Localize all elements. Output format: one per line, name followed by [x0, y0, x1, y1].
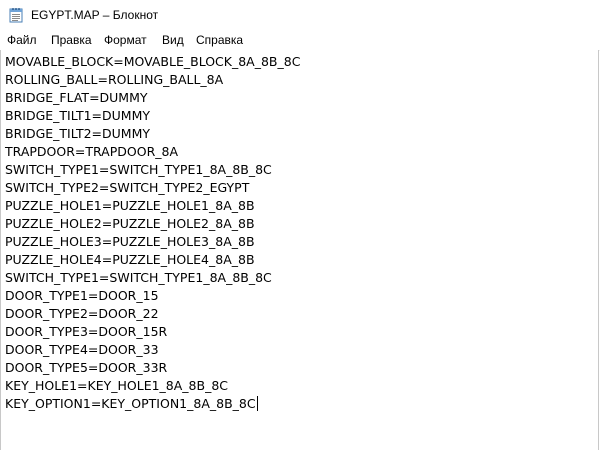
text-caret: [256, 396, 258, 411]
text-line: DOOR_TYPE5=DOOR_33R: [5, 360, 168, 375]
menu-file[interactable]: Файл: [7, 33, 37, 48]
title-bar[interactable]: EGYPT.MAP – Блокнот: [0, 0, 600, 30]
menu-help[interactable]: Справка: [196, 33, 243, 48]
text-line: PUZZLE_HOLE1=PUZZLE_HOLE1_8A_8B: [5, 198, 255, 213]
text-line: ROLLING_BALL=ROLLING_BALL_8A: [5, 72, 224, 87]
text-line: KEY_HOLE1=KEY_HOLE1_8A_8B_8C: [5, 378, 229, 393]
text-line: SWITCH_TYPE1=SWITCH_TYPE1_8A_8B_8C: [5, 270, 272, 285]
menu-format[interactable]: Формат: [104, 33, 147, 48]
text-line: PUZZLE_HOLE3=PUZZLE_HOLE3_8A_8B: [5, 234, 255, 249]
window-title: EGYPT.MAP – Блокнот: [31, 8, 159, 22]
menu-edit[interactable]: Правка: [51, 33, 92, 48]
text-editor-area[interactable]: MOVABLE_BLOCK=MOVABLE_BLOCK_8A_8B_8C ROL…: [0, 50, 599, 450]
menu-view[interactable]: Вид: [162, 33, 184, 48]
text-line: PUZZLE_HOLE2=PUZZLE_HOLE2_8A_8B: [5, 216, 255, 231]
text-line: TRAPDOOR=TRAPDOOR_8A: [5, 144, 179, 159]
text-line-last: KEY_OPTION1=KEY_OPTION1_8A_8B_8C: [5, 395, 300, 413]
text-line: BRIDGE_FLAT=DUMMY: [5, 90, 148, 105]
text-line: DOOR_TYPE1=DOOR_15: [5, 288, 159, 303]
text-line: BRIDGE_TILT1=DUMMY: [5, 108, 151, 123]
menu-bar: Файл Правка Формат Вид Справка: [0, 30, 600, 51]
text-line: DOOR_TYPE2=DOOR_22: [5, 306, 159, 321]
text-line: BRIDGE_TILT2=DUMMY: [5, 126, 151, 141]
text-line: SWITCH_TYPE1=SWITCH_TYPE1_8A_8B_8C: [5, 162, 272, 177]
text-line: PUZZLE_HOLE4=PUZZLE_HOLE4_8A_8B: [5, 252, 255, 267]
text-line: SWITCH_TYPE2=SWITCH_TYPE2_EGYPT: [5, 180, 250, 195]
text-line: MOVABLE_BLOCK=MOVABLE_BLOCK_8A_8B_8C: [5, 54, 301, 69]
text-content[interactable]: MOVABLE_BLOCK=MOVABLE_BLOCK_8A_8B_8C ROL…: [5, 53, 300, 413]
text-line: KEY_OPTION1=KEY_OPTION1_8A_8B_8C: [5, 396, 256, 411]
text-line: DOOR_TYPE3=DOOR_15R: [5, 324, 168, 339]
text-line: DOOR_TYPE4=DOOR_33: [5, 342, 159, 357]
notepad-icon: [9, 7, 23, 23]
notepad-window: EGYPT.MAP – Блокнот Файл Правка Формат В…: [0, 0, 600, 450]
